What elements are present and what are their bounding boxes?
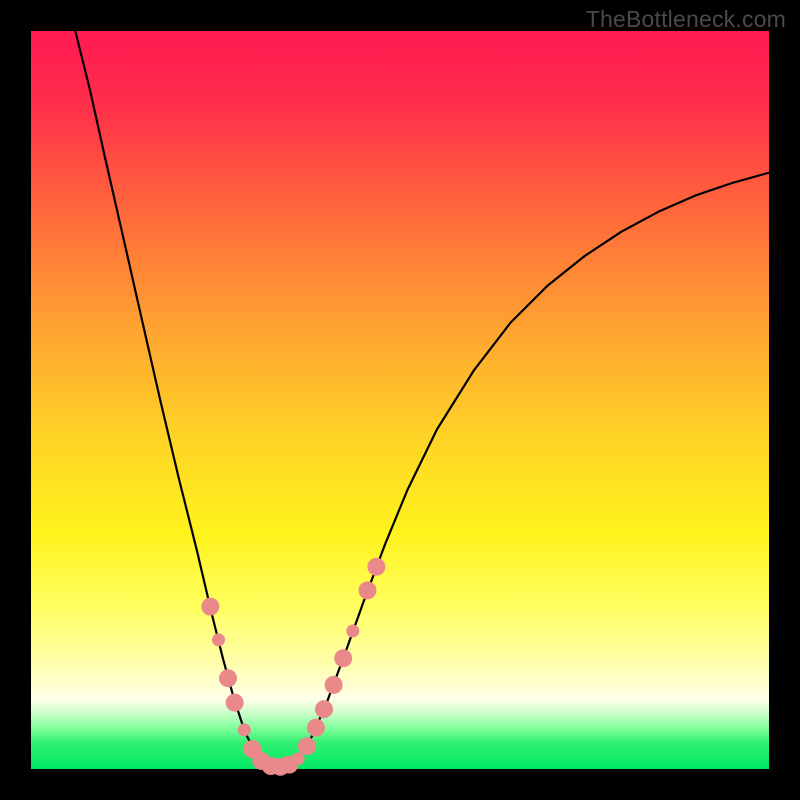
curve-marker <box>219 669 237 687</box>
curve-marker <box>238 723 251 736</box>
watermark-text: TheBottleneck.com <box>586 6 786 33</box>
curve-marker <box>346 625 359 638</box>
chart-frame: TheBottleneck.com <box>0 0 800 800</box>
curve-marker <box>201 598 219 616</box>
curve-bottleneck-curve <box>75 31 769 768</box>
curve-marker <box>226 694 244 712</box>
curve-marker <box>359 581 377 599</box>
curve-marker <box>307 719 325 737</box>
curve-marker <box>292 752 305 765</box>
curve-marker <box>325 676 343 694</box>
curve-marker <box>334 649 352 667</box>
curve-marker <box>367 558 385 576</box>
curve-marker <box>315 700 333 718</box>
curve-marker <box>212 633 225 646</box>
chart-svg <box>31 31 769 769</box>
curve-marker <box>298 737 316 755</box>
